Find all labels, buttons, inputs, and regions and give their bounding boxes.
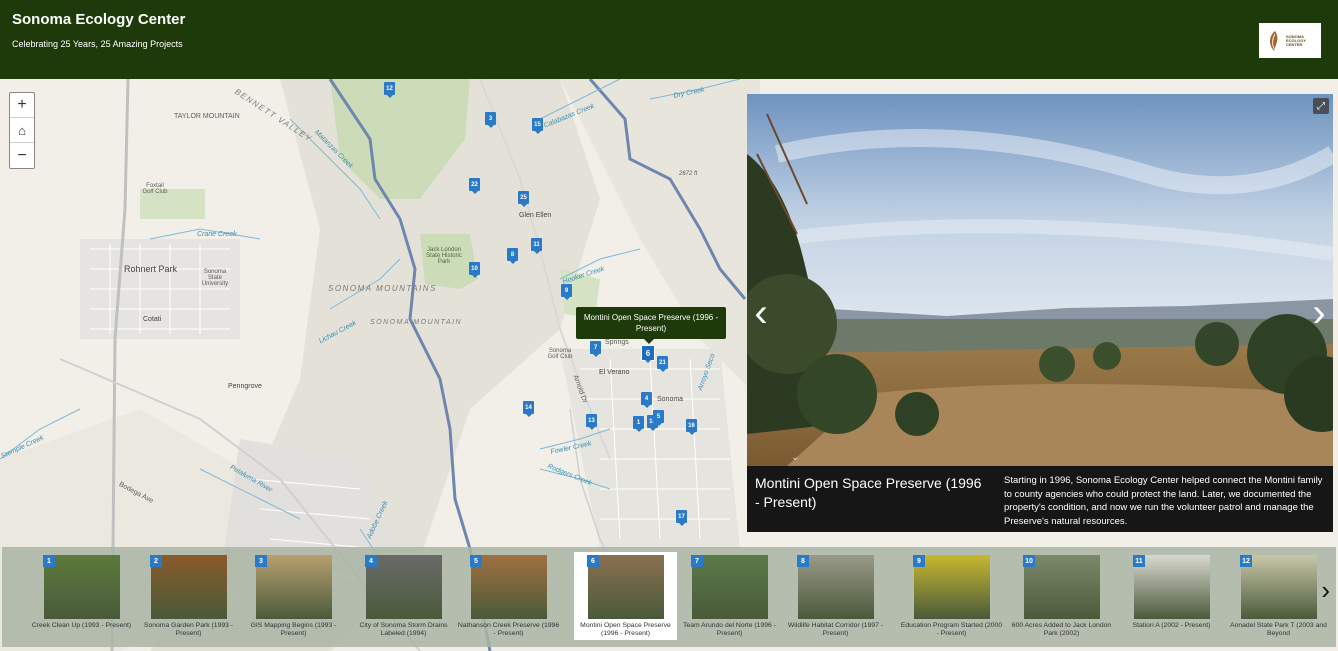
carousel-item-number: 2 (150, 555, 162, 567)
carousel-item-label: Creek Clean Up (1993 - Present) (31, 622, 132, 629)
carousel-item-10[interactable]: 10 600 Acres Added to Jack London Park (2… (1010, 552, 1113, 640)
carousel-item-number: 5 (470, 555, 482, 567)
map-label-elevation: 2672 ft (679, 171, 698, 177)
carousel-item-number: 6 (587, 555, 599, 567)
organization-logo[interactable]: SONOMA ECOLOGY CENTER (1259, 23, 1321, 58)
map-label-jack-london-park: Jack London State Historic Park (426, 247, 462, 265)
carousel-item-number: 12 (1240, 555, 1252, 567)
project-carousel: 1 Creek Clean Up (1993 - Present) 2 Sonoma … (2, 547, 1336, 647)
map-marker-25[interactable]: 25 (518, 191, 529, 207)
map-label-springs: Springs (605, 339, 629, 346)
carousel-item-number: 3 (255, 555, 267, 567)
carousel-item-number: 1 (43, 555, 55, 567)
map-label-foxtail-golf-club: Foxtail Golf Club (142, 183, 168, 195)
carousel-item-9[interactable]: 9 Education Program Started (2000 - Prese… (900, 552, 1003, 640)
caption-description: Starting in 1996, Sonoma Ecology Center … (1004, 475, 1323, 527)
zoom-in-button[interactable]: + (10, 93, 34, 118)
map-marker-14[interactable]: 14 (523, 401, 534, 417)
story-map-app: Sonoma Ecology Center Celebrating 25 Yea… (0, 0, 1338, 651)
carousel-next-button[interactable]: › (1321, 575, 1330, 606)
carousel-item-11[interactable]: 11 Station A (2002 - Present) (1120, 552, 1223, 640)
map-marker-8[interactable]: 8 (507, 248, 518, 264)
carousel-item-2[interactable]: 2 Sonoma Garden Park (1993 - Present) (137, 552, 240, 640)
carousel-item-label: Montini Open Space Preserve (1996 - Pres… (580, 622, 671, 637)
carousel-item-7[interactable]: 7 Team Arundo del Norte (1996 - Present) (678, 552, 781, 640)
carousel-item-1[interactable]: 1 Creek Clean Up (1993 - Present) (30, 552, 133, 640)
expand-icon[interactable]: ⤢ (1313, 98, 1329, 114)
home-button[interactable]: ⌂ (10, 118, 34, 143)
map-label-glen-ellen: Glen Ellen (519, 212, 552, 219)
map-marker-10[interactable]: 10 (469, 262, 480, 278)
map-marker-15[interactable]: 15 (532, 118, 543, 134)
carousel-item-number: 4 (365, 555, 377, 567)
carousel-item-number: 7 (691, 555, 703, 567)
map-marker-11[interactable]: 11 (531, 238, 542, 254)
map-label-sonoma-state-university: Sonoma State University (201, 269, 229, 287)
carousel-item-8[interactable]: 8 Wildlife Habitat Corridor (1997 - Prese… (784, 552, 887, 640)
app-subtitle: Celebrating 25 Years, 25 Amazing Project… (12, 39, 183, 49)
carousel-item-6[interactable]: 6 Montini Open Space Preserve (1996 - Pre… (574, 552, 677, 640)
map-label-sonoma-golf-club: Sonoma Golf Club (547, 348, 573, 360)
map-marker-4[interactable]: 4 (641, 392, 652, 408)
map-marker-21[interactable]: 21 (657, 356, 668, 372)
carousel-item-label: Wildlife Habitat Corridor (1997 - Presen… (787, 622, 884, 637)
media-panel: ⤢ ‹ › ⌄ Montini Open Space Preserve (199… (747, 94, 1333, 532)
carousel-item-label: Education Program Started (2000 - Presen… (900, 622, 1003, 637)
carousel-item-label: 600 Acres Added to Jack London Park (200… (1011, 622, 1112, 637)
zoom-controls: + ⌂ − (9, 92, 35, 169)
map-label-sonoma: Sonoma (657, 396, 684, 403)
map-marker-6-selected[interactable]: 6 (641, 345, 655, 363)
carousel-item-4[interactable]: 4 City of Sonoma Storm Drains Labeled (19… (352, 552, 455, 640)
map-label-taylor-mountain: TAYLOR MOUNTAIN (174, 113, 240, 120)
carousel-item-label: GIS Mapping Begins (1993 - Present) (250, 622, 337, 637)
caption-title: Montini Open Space Preserve (1996 - Pres… (755, 475, 982, 510)
map-marker-1[interactable]: 1 (633, 416, 644, 432)
map-marker-22[interactable]: 22 (469, 178, 480, 194)
map-marker-9[interactable]: 9 (561, 284, 572, 300)
carousel-item-label: Annadel State Park T (2003 and Beyond (1230, 622, 1327, 637)
carousel-item-label: Team Arundo del Norte (1996 - Present) (683, 622, 776, 637)
carousel-item-3[interactable]: 3 GIS Mapping Begins (1993 - Present) (242, 552, 345, 640)
next-slide-button[interactable]: › (1307, 293, 1331, 333)
map-label-sonoma-mountains: SONOMA MOUNTAINS (328, 284, 437, 293)
map-marker-17[interactable]: 17 (676, 510, 687, 526)
map-marker-12[interactable]: 12 (384, 82, 395, 98)
carousel-item-number: 11 (1133, 555, 1145, 567)
app-title: Sonoma Ecology Center (12, 11, 186, 28)
carousel-item-label: Sonoma Garden Park (1993 - Present) (143, 622, 234, 637)
marker-tooltip: Montini Open Space Preserve (1996 - Pres… (576, 307, 726, 344)
map-label-cotati: Cotati (143, 316, 162, 323)
carousel-item-12[interactable]: 12 Annadel State Park T (2003 and Beyond (1227, 552, 1330, 640)
chevron-down-icon[interactable]: ⌄ (791, 452, 799, 463)
map-marker-16[interactable]: 16 (686, 419, 697, 435)
carousel-item-number: 8 (797, 555, 809, 567)
map-label-el-verano: El Verano (599, 369, 630, 376)
carousel-item-label: City of Sonoma Storm Drains Labeled (199… (359, 622, 448, 637)
carousel-item-number: 9 (913, 555, 925, 567)
map-label-penngrove: Penngrove (228, 383, 262, 390)
leaf-logo-icon (1269, 30, 1278, 51)
map-marker-7[interactable]: 7 (590, 341, 601, 357)
carousel-item-number: 10 (1023, 555, 1035, 567)
map-label-sonoma-mountain: SONOMA MOUNTAIN (370, 319, 463, 326)
carousel-item-5[interactable]: 5 Nathanson Creek Preserve (1996 - Presen… (457, 552, 560, 640)
map-label-crane-creek: Crane Creek (197, 231, 237, 238)
carousel-item-label: Station A (2002 - Present) (1132, 622, 1211, 629)
map-marker-3[interactable]: 3 (485, 112, 496, 128)
map-marker-5[interactable]: 5 (653, 410, 664, 426)
logo-text: SONOMA ECOLOGY CENTER (1286, 33, 1306, 47)
header-bar: Sonoma Ecology Center Celebrating 25 Yea… (0, 0, 1338, 79)
previous-slide-button[interactable]: ‹ (749, 293, 773, 333)
zoom-out-button[interactable]: − (10, 143, 34, 168)
map-marker-13[interactable]: 13 (586, 414, 597, 430)
map-label-rohnert-park: Rohnert Park (124, 264, 178, 274)
carousel-item-label: Nathanson Creek Preserve (1996 - Present… (457, 622, 560, 637)
